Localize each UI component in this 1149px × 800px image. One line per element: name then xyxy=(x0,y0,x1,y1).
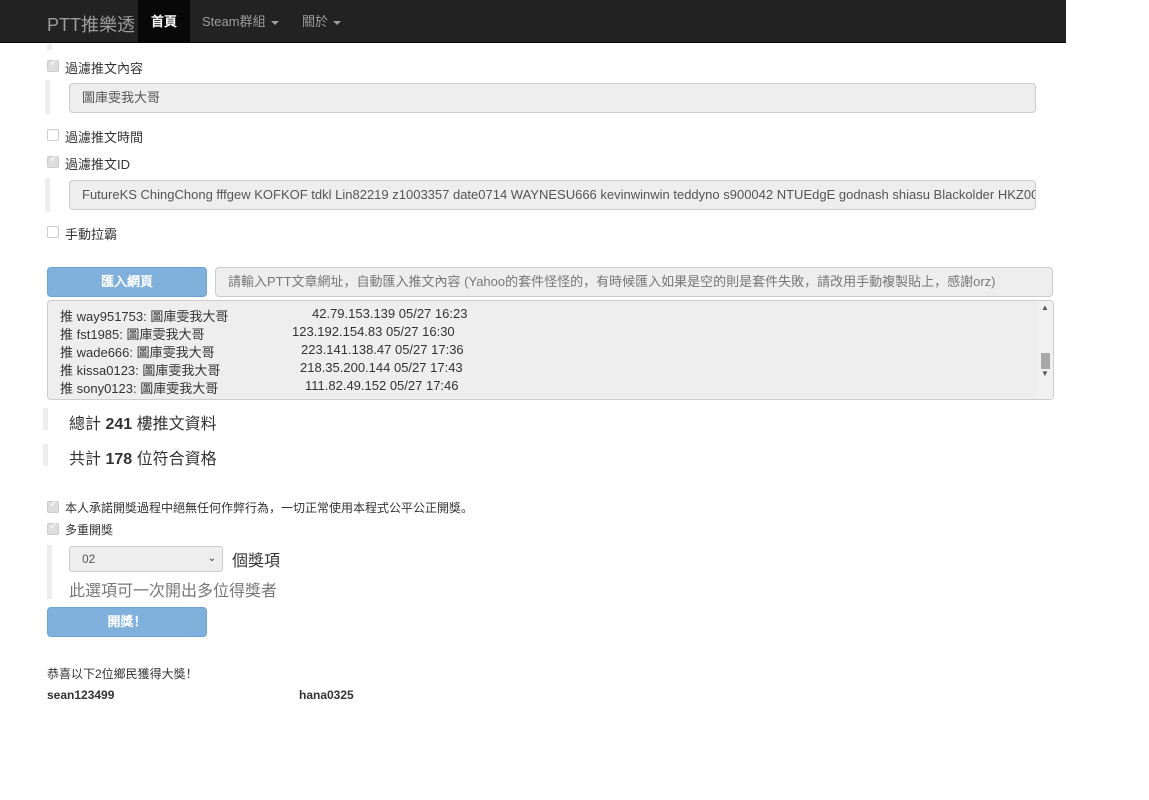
filter-id-checkbox[interactable] xyxy=(47,154,59,168)
total-suffix: 樓推文資料 xyxy=(136,416,217,433)
comment-meta: 223.141.138.47 05/27 17:36 xyxy=(301,342,464,357)
caret-down-icon xyxy=(333,20,342,25)
filter-content-label: 過濾推文內容 xyxy=(65,61,144,76)
scrollbar[interactable]: ▲ ▼ xyxy=(1038,301,1053,399)
blockquote-bar xyxy=(47,545,52,599)
divider xyxy=(47,44,52,50)
filter-content-input[interactable]: 圖庫雯我大哥 xyxy=(69,83,1036,113)
winner: hana0325 xyxy=(299,688,354,702)
blockquote-bar xyxy=(45,178,50,212)
nav-steam-group[interactable]: Steam群組 xyxy=(189,0,292,43)
qualified-prefix: 共計 xyxy=(69,451,102,468)
filter-content-checkbox[interactable] xyxy=(47,58,59,72)
brand-logo[interactable]: PTT推樂透 xyxy=(47,11,135,37)
nav-home[interactable]: 首頁 xyxy=(138,0,191,43)
chevron-down-icon: ⌄ xyxy=(207,553,216,564)
url-input[interactable]: 請輸入PTT文章網址，自動匯入推文內容 (Yahoo的套件怪怪的，有時候匯入如果… xyxy=(215,267,1053,297)
manual-label: 手動拉霸 xyxy=(65,227,118,242)
scroll-down-icon[interactable]: ▼ xyxy=(1041,369,1049,378)
multi-draw-checkbox[interactable] xyxy=(47,521,59,535)
comment-meta: 218.35.200.144 05/27 17:43 xyxy=(300,360,463,375)
caret-down-icon xyxy=(270,20,279,25)
qualified-count: 共計 178 位符合資格 xyxy=(69,445,217,469)
comment-line: 推 kissa0123: 圖庫雯我大哥 xyxy=(60,363,221,378)
prize-count-select[interactable]: 02 ⌄ xyxy=(69,546,223,572)
multi-draw-label: 多重開獎 xyxy=(65,523,114,537)
prize-unit: 個獎項 xyxy=(232,553,281,570)
comment-meta: 42.79.153.139 05/27 16:23 xyxy=(312,306,468,321)
winner: sean123499 xyxy=(47,688,115,702)
manual-checkbox[interactable] xyxy=(47,226,59,238)
comment-line: 推 wade666: 圖庫雯我大哥 xyxy=(60,345,215,360)
comment-meta: 111.82.49.152 05/27 17:46 xyxy=(305,378,459,393)
blockquote-bar xyxy=(43,408,48,430)
qualified-suffix: 位符合資格 xyxy=(136,451,217,468)
prize-count-value: 02 xyxy=(82,552,96,566)
total-value: 241 xyxy=(105,416,133,433)
filter-id-input[interactable]: FutureKS ChingChong fffgew KOFKOF tdkl L… xyxy=(69,180,1036,210)
total-count: 總計 241 樓推文資料 xyxy=(69,410,217,434)
comment-meta: 123.192.154.83 05/27 16:30 xyxy=(292,324,455,339)
import-button[interactable]: 匯入網頁 xyxy=(47,267,207,297)
qualified-value: 178 xyxy=(105,451,133,468)
total-prefix: 總計 xyxy=(69,416,102,433)
scroll-up-icon[interactable]: ▲ xyxy=(1041,303,1049,312)
draw-button[interactable]: 開獎！ xyxy=(47,607,207,637)
comments-textarea[interactable]: 推 way951753: 圖庫雯我大哥 42.79.153.139 05/27 1… xyxy=(47,300,1054,400)
multi-help-text: 此選項可一次開出多位得獎者 xyxy=(69,583,278,600)
comment-line: 推 fst1985: 圖庫雯我大哥 xyxy=(60,327,205,342)
navbar: PTT推樂透 首頁 Steam群組 關於 xyxy=(0,0,1066,43)
nav-about[interactable]: 關於 xyxy=(289,0,354,43)
result-message: 恭喜以下2位鄉民獲得大獎！ xyxy=(47,667,198,681)
filter-id-label: 過濾推文ID xyxy=(65,157,131,172)
filter-time-checkbox[interactable] xyxy=(47,129,59,141)
nav-steam-label: Steam群組 xyxy=(202,14,266,29)
promise-checkbox[interactable] xyxy=(47,499,59,513)
nav-home-label: 首頁 xyxy=(151,14,178,29)
filter-time-label: 過濾推文時間 xyxy=(65,130,144,145)
blockquote-bar xyxy=(45,80,50,114)
scrollbar-thumb[interactable] xyxy=(1041,353,1050,369)
promise-label: 本人承諾開獎過程中絕無任何作弊行為，一切正常使用本程式公平公正開獎。 xyxy=(65,501,474,515)
nav-about-label: 關於 xyxy=(302,14,329,29)
blockquote-bar xyxy=(43,444,48,466)
comment-line: 推 sony0123: 圖庫雯我大哥 xyxy=(60,381,219,396)
comment-line: 推 way951753: 圖庫雯我大哥 xyxy=(60,309,229,324)
